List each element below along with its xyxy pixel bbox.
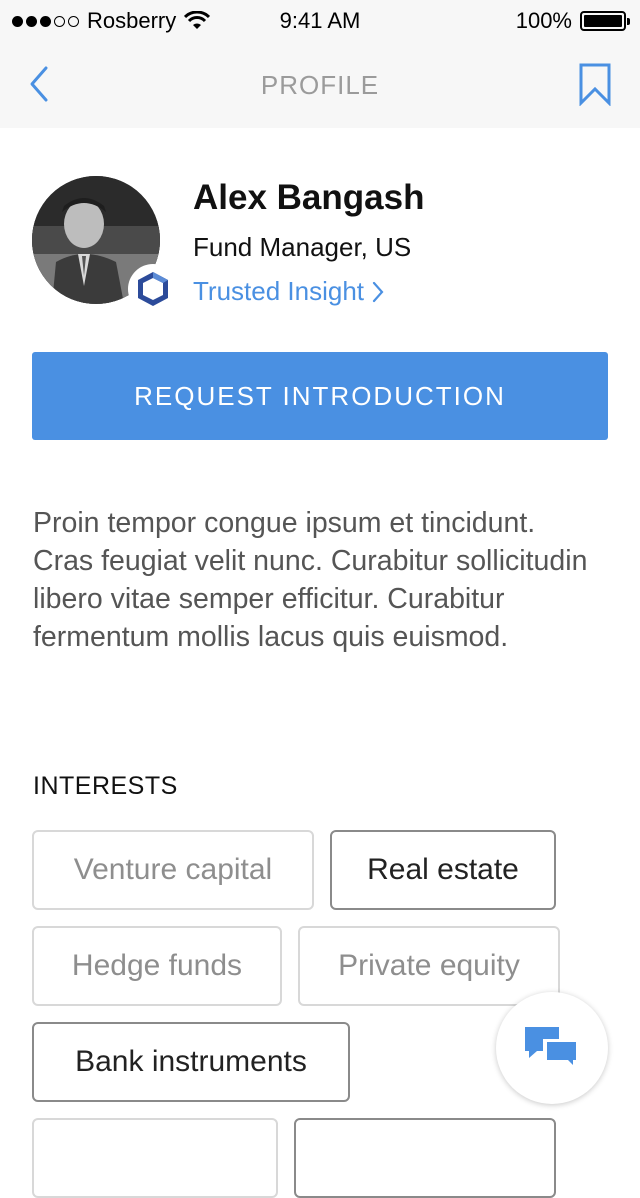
- trusted-insight-logo-icon: [138, 272, 168, 306]
- bookmark-icon: [579, 63, 611, 107]
- navigation-bar: PROFILE: [0, 40, 640, 128]
- chevron-right-icon: [372, 281, 384, 302]
- interest-chip-hedge-funds[interactable]: Hedge funds: [32, 926, 282, 1006]
- request-introduction-button[interactable]: REQUEST INTRODUCTION: [32, 352, 608, 440]
- page-title: PROFILE: [260, 70, 380, 100]
- chat-bubbles-icon: [525, 1027, 579, 1070]
- interest-chip-bank-instruments[interactable]: Bank instruments: [32, 1022, 350, 1102]
- trusted-insight-link[interactable]: Trusted Insight: [193, 276, 384, 307]
- trusted-insight-label: Trusted Insight: [193, 276, 365, 306]
- interest-chip[interactable]: [32, 1118, 278, 1198]
- interest-chip[interactable]: [294, 1118, 556, 1198]
- interests-heading: INTERESTS: [33, 772, 178, 800]
- profile-bio: Proin tempor congue ipsum et tincidunt. …: [33, 507, 588, 653]
- profile-role: Fund Manager, US: [193, 232, 412, 262]
- battery-group: 100%: [515, 8, 630, 34]
- interest-chip-real-estate[interactable]: Real estate: [330, 830, 556, 910]
- battery-icon: [580, 11, 630, 31]
- bookmark-button[interactable]: [578, 62, 612, 107]
- battery-percent: 100%: [515, 8, 572, 33]
- profile-name: Alex Bangash: [193, 178, 425, 217]
- status-bar: Rosberry 9:41 AM 100%: [0, 0, 640, 40]
- interest-chip-private-equity[interactable]: Private equity: [298, 926, 560, 1006]
- trusted-insight-badge: [128, 264, 178, 314]
- interest-chip-venture-capital[interactable]: Venture capital: [32, 830, 314, 910]
- chat-button[interactable]: [496, 992, 608, 1104]
